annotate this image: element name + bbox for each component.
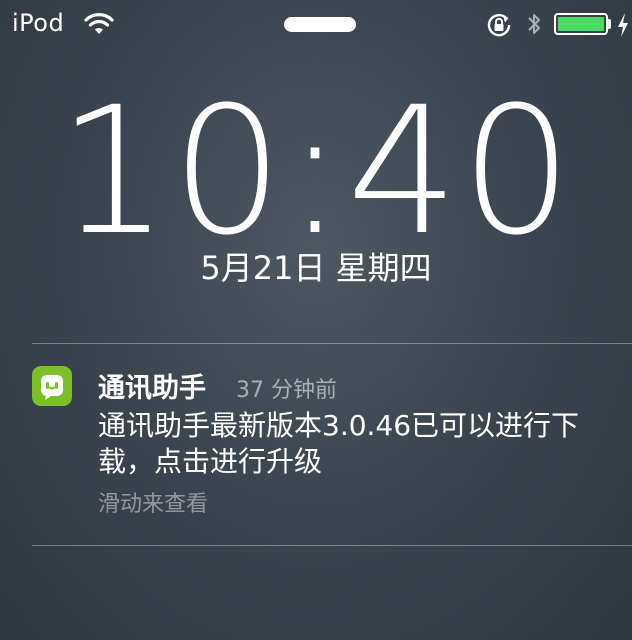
notification-message: 通讯助手最新版本3.0.46已可以进行下载，点击进行升级 — [98, 409, 580, 478]
slide-to-view-hint: 滑动来查看 — [98, 492, 209, 517]
notification-app-name: 通讯助手 — [98, 373, 206, 404]
carrier-label: iPod — [12, 9, 65, 37]
charging-bolt-icon — [618, 13, 628, 37]
notification-center-handle[interactable] — [284, 17, 356, 32]
lock-screen-date: 5月21日 星期四 — [200, 249, 432, 287]
status-bar: iPod — [0, 0, 632, 48]
bluetooth-icon — [528, 14, 540, 34]
wifi-icon — [84, 13, 114, 34]
lock-screen-time: 10:40 — [57, 69, 575, 274]
chat-bubble-icon — [32, 366, 72, 406]
notification-time: 37 分钟前 — [236, 378, 337, 403]
notification-item[interactable]: 通讯助手 37 分钟前 通讯助手最新版本3.0.46已可以进行下载，点击进行升级… — [0, 344, 632, 544]
notification-divider-bottom — [32, 545, 632, 546]
battery-terminal — [608, 19, 611, 29]
battery-icon — [554, 13, 608, 35]
battery-level-fill — [558, 17, 604, 31]
rotation-lock-icon — [487, 13, 511, 37]
